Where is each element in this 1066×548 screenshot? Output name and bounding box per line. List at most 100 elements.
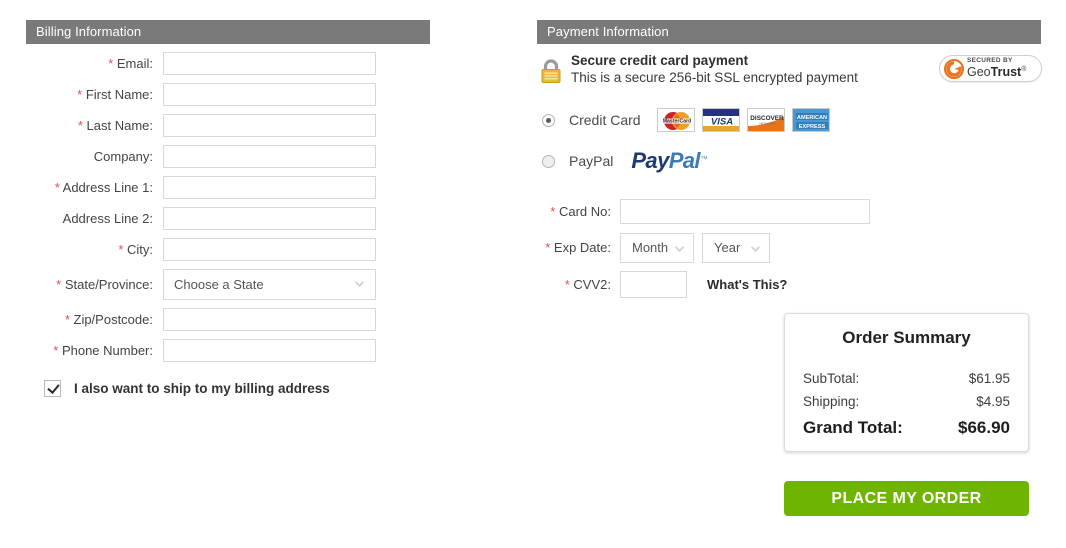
secure-payment-title: Secure credit card payment <box>571 53 749 68</box>
svg-text:VISA: VISA <box>711 117 733 128</box>
card-fields: * Card No: * Exp Date: Month Year * CVV2… <box>537 196 1047 300</box>
amex-logo: AMERICAN EXPRESS <box>791 108 830 132</box>
payment-method-paypal[interactable]: PayPal PayPal™ <box>537 148 1047 174</box>
cvv2-label-text: CVV2: <box>573 277 611 292</box>
required-asterisk: * <box>56 277 62 292</box>
cvv2-input[interactable] <box>620 271 687 298</box>
billing-field-label: * Last Name: <box>26 118 163 133</box>
billing-field-input[interactable] <box>163 52 376 75</box>
paypal-logo: PayPal™ <box>631 148 708 174</box>
billing-form: * Email: * First Name: * Last Name: Company… <box>26 48 436 397</box>
card-number-label-text: Card No: <box>558 204 611 219</box>
ship-to-billing-checkbox[interactable] <box>44 380 61 397</box>
billing-field-label: Company: <box>26 149 163 164</box>
card-number-input[interactable] <box>620 199 870 224</box>
required-asterisk: * <box>53 343 59 358</box>
billing-field-row: Company: <box>26 141 436 172</box>
billing-field-label-text: Zip/Postcode: <box>73 312 154 327</box>
billing-field-label: Address Line 2: <box>26 211 163 226</box>
required-asterisk: * <box>545 240 551 255</box>
geotrust-registered-mark: ® <box>1021 65 1027 73</box>
billing-field-label-text: Company: <box>93 149 153 164</box>
card-logo-list: MasterCard VISA DISCOVER NETWORK AMERICA… <box>656 108 837 132</box>
billing-field-label: * Address Line 1: <box>26 180 163 195</box>
mastercard-logo: MasterCard <box>656 108 695 132</box>
geotrust-secured-by: SECURED BY <box>967 57 1013 65</box>
billing-field-row: * Zip/Postcode: <box>26 304 436 335</box>
billing-field-input[interactable] <box>163 83 376 106</box>
cvv2-row: * CVV2: What's This? <box>537 269 1047 300</box>
paypal-logo-pay: Pay <box>631 148 669 173</box>
billing-field-input[interactable] <box>163 145 376 168</box>
billing-field-label: * Zip/Postcode: <box>26 312 163 327</box>
paypal-logo-pal: Pal <box>668 148 701 173</box>
billing-field-input[interactable] <box>163 238 376 261</box>
billing-field-row: * First Name: <box>26 79 436 110</box>
state-province-value: Choose a State <box>163 269 376 300</box>
geotrust-brand: GeoTrust® <box>967 66 1026 79</box>
paypal-radio[interactable] <box>542 154 555 168</box>
billing-field-label-text: State/Province: <box>64 277 153 292</box>
required-asterisk: * <box>77 87 83 102</box>
billing-information-header: Billing Information <box>26 20 430 44</box>
cvv2-label: * CVV2: <box>537 277 620 292</box>
grand-total-row: Grand Total: $66.90 <box>803 414 1010 442</box>
billing-field-row: * State/Province: Choose a State <box>26 265 436 304</box>
padlock-icon <box>540 58 562 84</box>
paypal-trademark: ™ <box>699 154 708 164</box>
credit-card-radio[interactable] <box>542 113 555 127</box>
geotrust-wordmark: SECURED BY GeoTrust® <box>967 58 1026 78</box>
visa-logo: VISA <box>701 108 740 132</box>
svg-text:NETWORK: NETWORK <box>759 121 774 125</box>
billing-field-row: Address Line 2: <box>26 203 436 234</box>
state-province-select[interactable]: Choose a State <box>163 269 376 300</box>
billing-field-label-text: First Name: <box>85 87 153 102</box>
payment-pane: Secure credit card payment This is a sec… <box>537 52 1047 300</box>
required-asterisk: * <box>118 242 124 257</box>
payment-information-header: Payment Information <box>537 20 1041 44</box>
grand-total-value: $66.90 <box>958 418 1010 437</box>
discover-logo: DISCOVER NETWORK <box>746 108 785 132</box>
billing-field-label: * City: <box>26 242 163 257</box>
order-summary-row: SubTotal: $61.95 <box>803 367 1010 390</box>
exp-date-row: * Exp Date: Month Year <box>537 232 1047 263</box>
geotrust-swirl-icon <box>944 58 964 79</box>
billing-field-input[interactable] <box>163 114 376 137</box>
secure-payment-text: Secure credit card payment This is a sec… <box>571 52 858 87</box>
required-asterisk: * <box>564 277 570 292</box>
billing-field-label-text: Phone Number: <box>61 343 153 358</box>
grand-total-label: Grand Total: <box>803 418 903 437</box>
billing-field-row: * City: <box>26 234 436 265</box>
order-summary-panel: Order Summary SubTotal: $61.95 Shipping:… <box>784 313 1029 452</box>
geotrust-brand-bold: Trust <box>990 65 1022 80</box>
billing-field-label: * First Name: <box>26 87 163 102</box>
billing-field-input[interactable] <box>163 339 376 362</box>
ship-to-billing-row[interactable]: I also want to ship to my billing addres… <box>44 380 436 397</box>
exp-date-label-text: Exp Date: <box>553 240 611 255</box>
billing-field-input[interactable] <box>163 207 376 230</box>
place-my-order-button[interactable]: PLACE MY ORDER <box>784 481 1029 516</box>
exp-month-select[interactable]: Month <box>620 232 694 263</box>
exp-year-value: Year <box>714 239 741 255</box>
billing-field-input[interactable] <box>163 308 376 331</box>
card-number-row: * Card No: <box>537 196 1047 227</box>
whats-this-link[interactable]: What's This? <box>707 277 787 292</box>
billing-field-label: * Email: <box>26 56 163 71</box>
payment-method-credit-card[interactable]: Credit Card MasterCard VISA DISCOVER NET… <box>537 108 1047 132</box>
geotrust-badge: SECURED BY GeoTrust® <box>939 55 1042 82</box>
billing-field-input[interactable] <box>163 176 376 199</box>
billing-field-row: * Phone Number: <box>26 335 436 366</box>
geotrust-brand-light: Geo <box>967 65 991 80</box>
chevron-down-icon <box>675 245 684 252</box>
required-asterisk: * <box>64 312 70 327</box>
svg-text:MasterCard: MasterCard <box>662 119 691 125</box>
billing-field-label: * Phone Number: <box>26 343 163 358</box>
order-summary-row: Shipping: $4.95 <box>803 390 1010 413</box>
required-asterisk: * <box>550 204 556 219</box>
billing-field-label-text: Email: <box>116 56 153 71</box>
order-summary-title: Order Summary <box>842 328 971 347</box>
billing-field-row: * Address Line 1: <box>26 172 436 203</box>
exp-year-select[interactable]: Year <box>702 232 770 263</box>
billing-field-label-text: Address Line 1: <box>62 180 153 195</box>
billing-field-label-text: City: <box>127 242 153 257</box>
